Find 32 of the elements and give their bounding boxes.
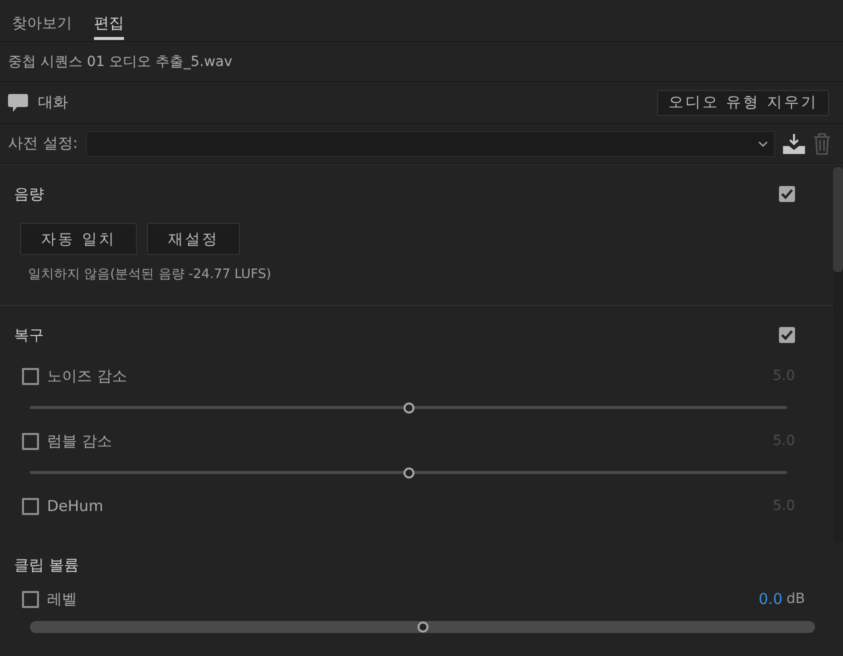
- slider-thumb[interactable]: [403, 402, 414, 413]
- effect-label: DeHum: [47, 497, 104, 515]
- speech-bubble-icon: [8, 94, 28, 112]
- slider-track[interactable]: [30, 621, 815, 633]
- checkbox[interactable]: [22, 368, 39, 384]
- loudness-button[interactable]: 자동 일치: [20, 223, 137, 255]
- unit-label: dB: [786, 591, 805, 607]
- effect-label: 럼블 감소: [47, 432, 112, 450]
- checkbox[interactable]: [779, 327, 795, 343]
- checkbox[interactable]: [779, 186, 795, 202]
- audio-type-label: 대화: [38, 93, 68, 112]
- checkbox[interactable]: [22, 432, 39, 450]
- tab[interactable]: 찾아보기: [12, 0, 72, 40]
- clip-name: 중첩 시퀀스 01 오디오 추출_5.wav: [8, 52, 232, 70]
- preset-label: 사전 설정:: [8, 134, 78, 153]
- section-title: 복구: [14, 326, 44, 344]
- slider-thumb[interactable]: [417, 622, 428, 632]
- chevron-down-icon: [758, 140, 768, 146]
- section-title: 클립 볼륨: [14, 556, 79, 574]
- checkbox[interactable]: [22, 590, 39, 608]
- section-title: 음량: [14, 184, 44, 204]
- slider-thumb[interactable]: [403, 467, 414, 478]
- tab[interactable]: 편집: [94, 0, 124, 40]
- level-value[interactable]: 0.0: [758, 590, 782, 608]
- effect-label: 레벨: [47, 590, 77, 608]
- loudness-button[interactable]: 재설정: [146, 223, 240, 255]
- loudness-status: 일치하지 않음(분석된 음량 -24.77 LUFS): [28, 266, 272, 283]
- effect-label: 노이즈 감소: [47, 366, 127, 386]
- clear-audio-type-button[interactable]: 오디오 유형 지우기: [657, 90, 829, 116]
- download-icon[interactable]: [783, 134, 805, 154]
- checkbox[interactable]: [22, 498, 39, 514]
- scrollbar-thumb[interactable]: [833, 167, 843, 272]
